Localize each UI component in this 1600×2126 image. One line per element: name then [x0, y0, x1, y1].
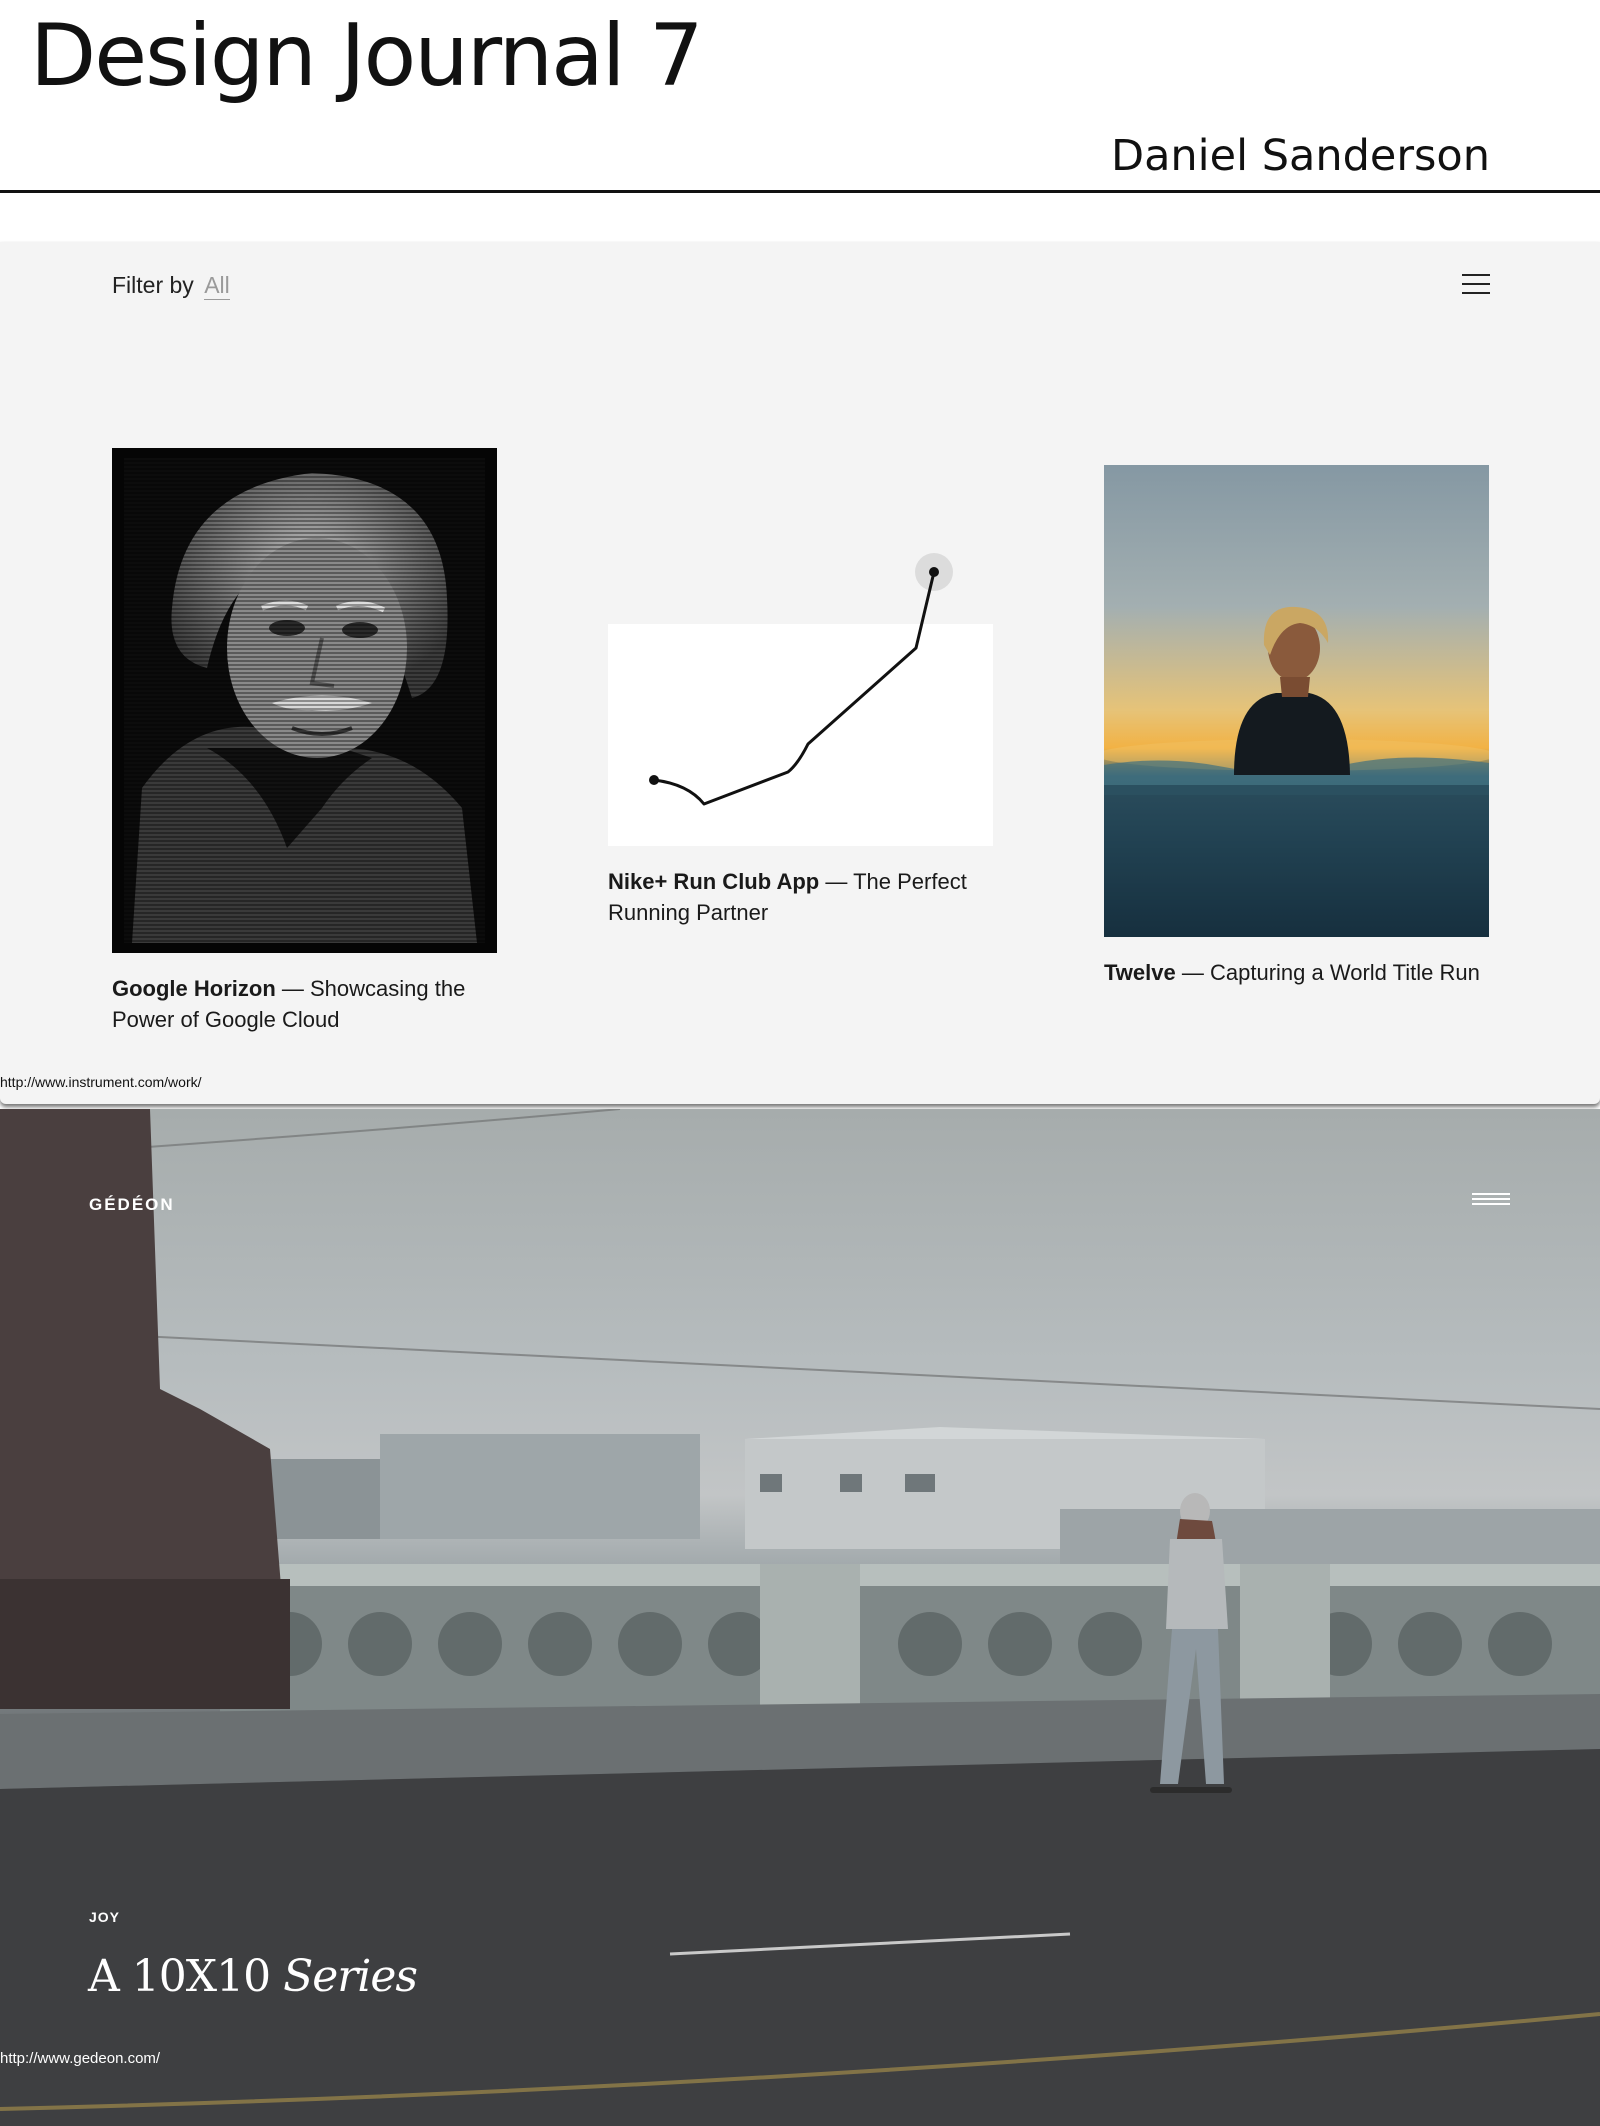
instrument-work-page: Filter by All Google Horizon — Showcasin… — [0, 242, 1600, 1104]
project-caption[interactable]: Nike+ Run Club App — The Perfect Running… — [608, 866, 993, 928]
run-route-illustration — [649, 553, 953, 806]
site-logo[interactable]: GÉDÉON — [89, 1195, 175, 1215]
project-card-twelve[interactable]: Twelve — Capturing a World Title Run — [1104, 465, 1489, 988]
project-description: — Capturing a World Title Run — [1181, 960, 1480, 985]
hero-kicker: JOY — [89, 1909, 121, 1925]
headline-italic: Series — [283, 1951, 418, 2002]
status-bar-url: http://www.instrument.com/work/ — [0, 1074, 202, 1090]
project-caption[interactable]: Google Horizon — Showcasing the Power of… — [112, 973, 497, 1035]
project-caption[interactable]: Twelve — Capturing a World Title Run — [1104, 957, 1489, 988]
filter-label: Filter by — [112, 272, 194, 298]
project-title: Twelve — [1104, 960, 1176, 985]
journal-title: Design Journal 7 — [30, 6, 704, 106]
hero-headline[interactable]: A 10X10 Series — [88, 1951, 418, 2002]
gedeon-hero-page: GÉDÉON JOY A 10X10 Series http://www.ged… — [0, 1109, 1600, 2126]
hamburger-icon[interactable] — [1462, 272, 1490, 296]
headline-main: A 10X10 — [88, 1951, 271, 2002]
surfer-photo — [1104, 606, 1489, 937]
project-thumbnail[interactable] — [112, 448, 497, 953]
project-thumbnail[interactable] — [608, 553, 993, 846]
project-title: Nike+ Run Club App — [608, 869, 820, 894]
status-bar-url: http://www.gedeon.com/ — [0, 2050, 161, 2067]
project-card-nike-run-club[interactable]: Nike+ Run Club App — The Perfect Running… — [608, 553, 993, 928]
hamburger-icon[interactable] — [1472, 1193, 1510, 1209]
project-thumbnail[interactable] — [1104, 465, 1489, 937]
header-divider — [0, 190, 1600, 193]
project-card-google-horizon[interactable]: Google Horizon — Showcasing the Power of… — [112, 448, 497, 1035]
project-title: Google Horizon — [112, 976, 276, 1001]
journal-author: Daniel Sanderson — [1110, 131, 1490, 181]
ascii-portrait-image — [124, 458, 485, 943]
filter-control[interactable]: Filter by All — [112, 272, 230, 300]
filter-value-link[interactable]: All — [204, 272, 230, 300]
